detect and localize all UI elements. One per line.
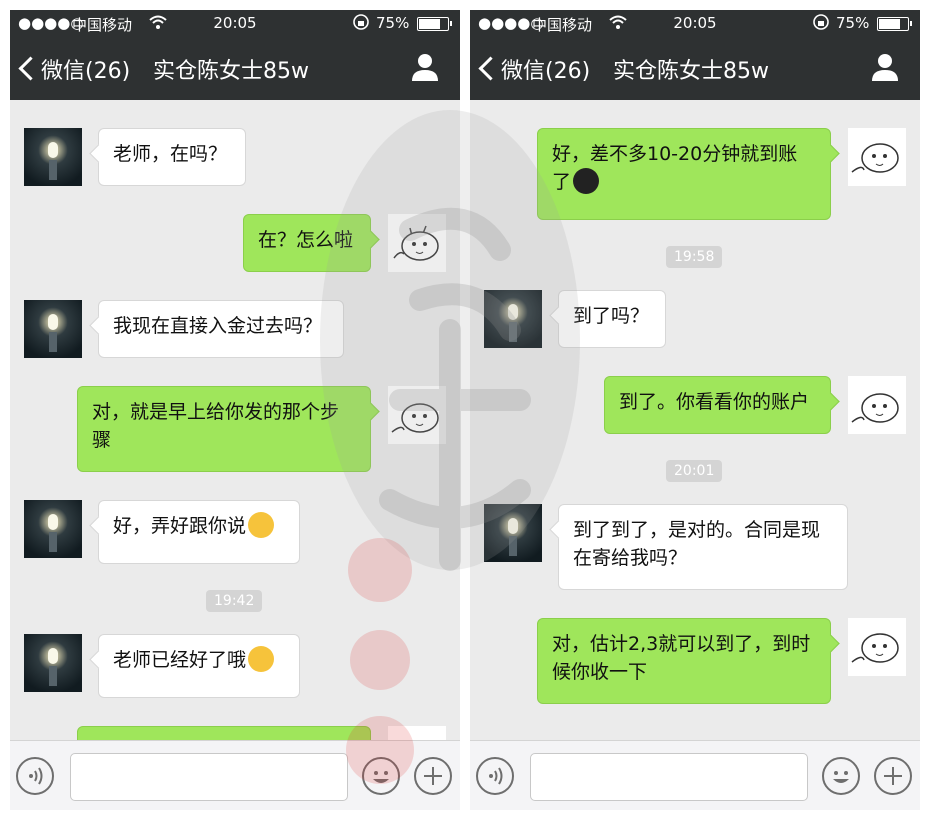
voice-input-button[interactable] <box>16 757 54 795</box>
cat-face-icon <box>391 403 439 433</box>
timestamp: 19:42 <box>206 590 263 612</box>
shy-emoji <box>248 511 275 538</box>
message-text: 老师，在吗？ <box>113 143 228 165</box>
battery-percent: 75% <box>376 14 410 32</box>
contact-avatar[interactable] <box>24 300 82 358</box>
message-bubble-incoming[interactable]: 老师已经好了哦 <box>98 634 300 698</box>
status-bar: ●●●●○ 中国移动 20:05 75% <box>10 10 460 36</box>
qq-penguin-emoji <box>573 167 600 194</box>
my-avatar[interactable] <box>848 128 906 186</box>
rotation-lock-icon <box>813 14 829 30</box>
my-avatar[interactable] <box>848 376 906 434</box>
contact-avatar[interactable] <box>24 634 82 692</box>
nav-bar: 微信(26) 实仓陈女士85w <box>470 36 920 100</box>
input-bar <box>470 740 920 810</box>
message-text: 我现在直接入金过去吗？ <box>113 315 323 337</box>
rotation-lock-icon <box>353 14 369 30</box>
back-label: 微信(26) <box>41 59 131 84</box>
message-bubble-incoming[interactable]: 好，弄好跟你说 <box>98 500 300 564</box>
grin-emoji <box>248 645 275 672</box>
back-button[interactable]: 微信(26) <box>18 53 131 85</box>
message-text: 老师已经好了哦 <box>113 649 247 671</box>
timestamp: 20:01 <box>666 460 723 482</box>
message-bubble-outgoing[interactable]: 在？怎么啦 <box>243 214 371 272</box>
message-text: 对，就是早上给你发的那个步骤 <box>92 401 340 451</box>
contact-avatar[interactable] <box>484 290 542 348</box>
contact-profile-icon[interactable] <box>868 50 902 84</box>
more-button[interactable] <box>874 757 912 795</box>
message-input[interactable] <box>70 753 348 801</box>
emoji-button[interactable] <box>362 757 400 795</box>
contact-profile-icon[interactable] <box>408 50 442 84</box>
battery-percent: 75% <box>836 14 870 32</box>
chat-title: 实仓陈女士85w <box>613 59 769 84</box>
message-text: 到了到了，是对的。合同是现在寄给我吗？ <box>573 519 821 569</box>
my-avatar[interactable] <box>388 726 446 740</box>
my-avatar[interactable] <box>388 386 446 444</box>
message-text: 对，估计2,3就可以到了，到时候你收一下 <box>552 633 811 683</box>
input-bar <box>10 740 460 810</box>
contact-avatar[interactable] <box>24 500 82 558</box>
my-avatar[interactable] <box>388 214 446 272</box>
message-list[interactable]: 老师，在吗？ 在？怎么啦 我现在直接入金过去吗？ 对，就是早上给你发的那个步骤 … <box>10 100 460 740</box>
message-list[interactable]: 好，差不多10-20分钟就到账了 19:58 到了吗？ 到了。你看看你的账户 2… <box>470 100 920 740</box>
message-bubble-incoming[interactable]: 到了到了，是对的。合同是现在寄给我吗？ <box>558 504 848 590</box>
message-input[interactable] <box>530 753 808 801</box>
contact-avatar[interactable] <box>24 128 82 186</box>
emoji-icon <box>833 771 849 783</box>
message-text: 到了。你看看你的账户 <box>619 391 810 413</box>
chat-screen-left: ●●●●○ 中国移动 20:05 75% 微信(26) 实仓陈女士85w 老师，… <box>10 10 460 810</box>
message-bubble-outgoing[interactable]: 好，差不多10-20分钟就到账了 <box>537 128 831 220</box>
my-avatar[interactable] <box>848 618 906 676</box>
message-bubble-incoming[interactable]: 到了吗？ <box>558 290 666 348</box>
voice-icon <box>489 767 503 785</box>
message-bubble-outgoing[interactable]: 到了。你看看你的账户 <box>604 376 831 434</box>
chevron-left-icon <box>18 56 43 81</box>
contact-avatar[interactable] <box>484 504 542 562</box>
voice-input-button[interactable] <box>476 757 514 795</box>
chevron-left-icon <box>478 56 503 81</box>
message-bubble-incoming[interactable]: 我现在直接入金过去吗？ <box>98 300 344 358</box>
message-bubble-outgoing[interactable]: 对，就是早上给你发的那个步骤 <box>77 386 371 472</box>
message-bubble-outgoing-partial[interactable] <box>77 726 371 740</box>
chat-title: 实仓陈女士85w <box>153 59 309 84</box>
more-button[interactable] <box>414 757 452 795</box>
message-text: 到了吗？ <box>573 305 650 327</box>
voice-icon <box>29 767 43 785</box>
chat-screen-right: ●●●●○ 中国移动 20:05 75% 微信(26) 实仓陈女士85w 好，差… <box>470 10 920 810</box>
cat-face-icon <box>393 225 439 261</box>
battery-icon <box>417 17 452 31</box>
back-label: 微信(26) <box>501 59 591 84</box>
cat-face-icon <box>851 143 899 173</box>
status-bar: ●●●●○ 中国移动 20:05 75% <box>470 10 920 36</box>
emoji-button[interactable] <box>822 757 860 795</box>
message-text: 在？怎么啦 <box>258 229 354 251</box>
message-bubble-outgoing[interactable]: 对，估计2,3就可以到了，到时候你收一下 <box>537 618 831 704</box>
timestamp: 19:58 <box>666 246 723 268</box>
cat-face-icon <box>851 393 899 423</box>
cat-face-icon <box>851 633 899 663</box>
message-bubble-incoming[interactable]: 老师，在吗？ <box>98 128 246 186</box>
battery-icon <box>877 17 912 31</box>
emoji-icon <box>373 771 389 783</box>
message-text: 好，弄好跟你说 <box>113 515 247 537</box>
nav-bar: 微信(26) 实仓陈女士85w <box>10 36 460 100</box>
back-button[interactable]: 微信(26) <box>478 53 591 85</box>
